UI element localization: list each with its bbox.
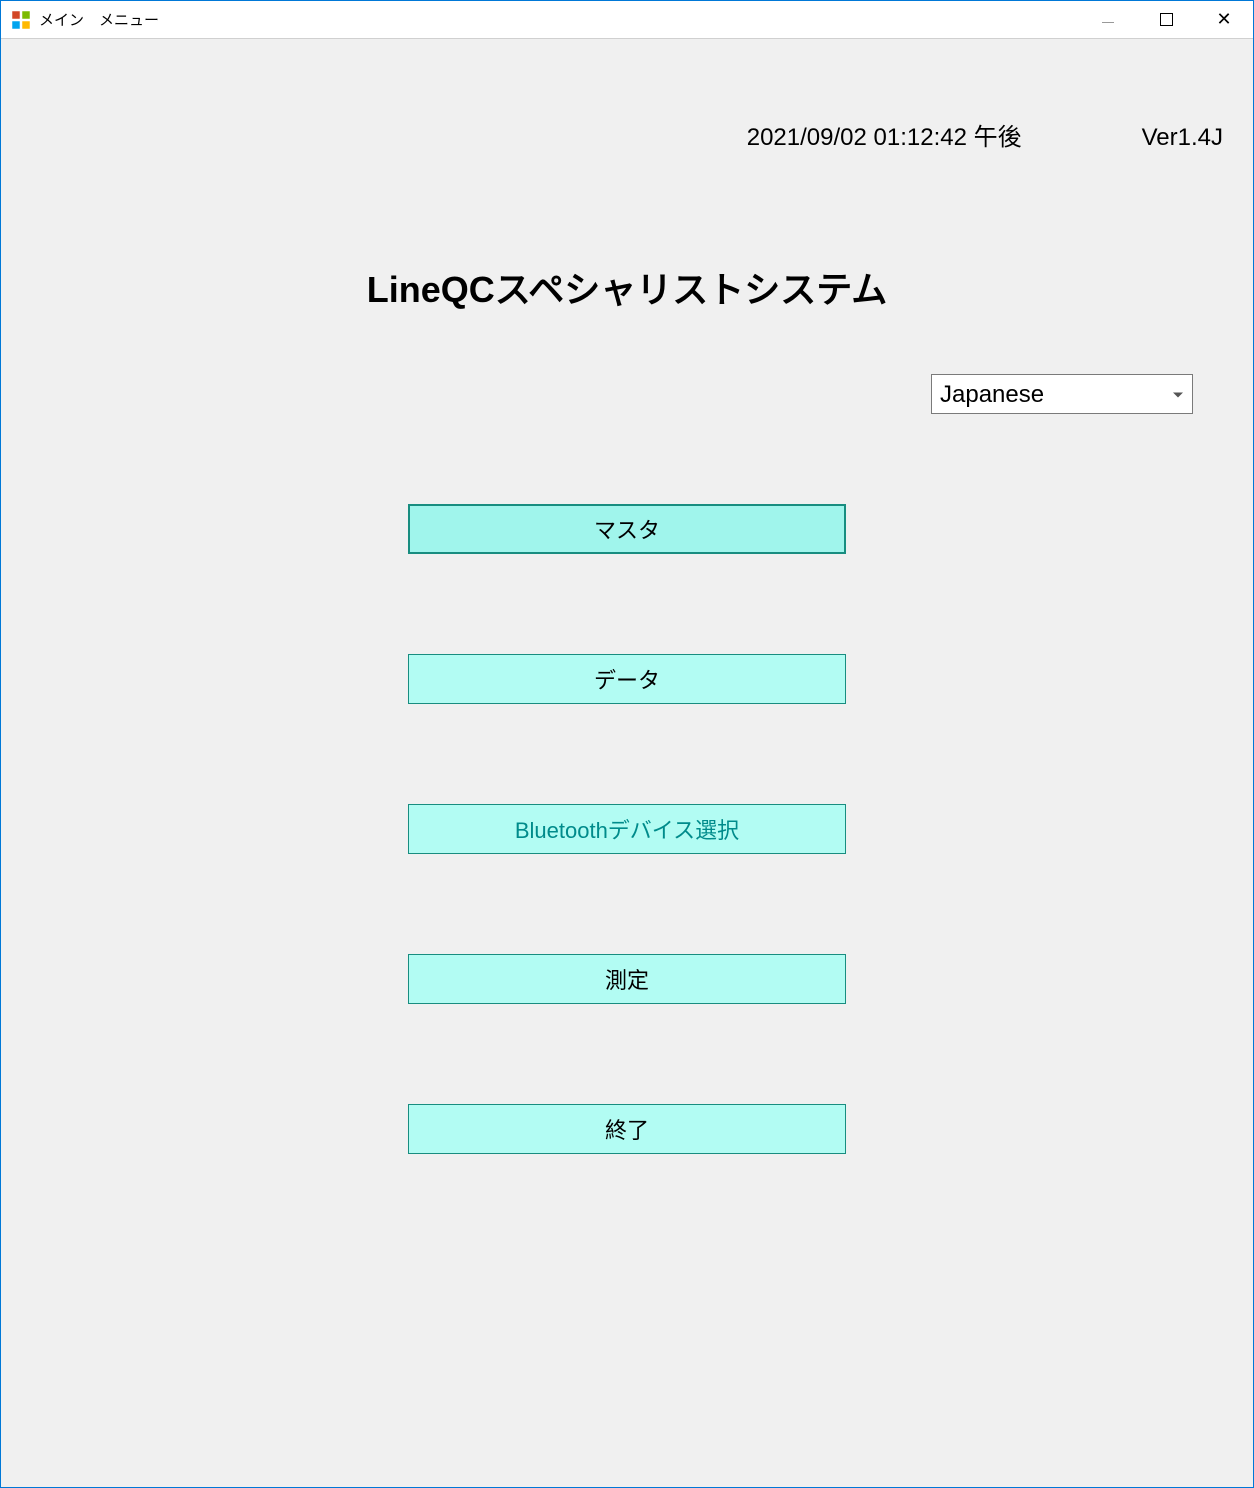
app-title: LineQCスペシャリストシステム — [1, 261, 1253, 313]
minimize-button[interactable] — [1079, 1, 1137, 38]
window-title: メイン メニュー — [39, 9, 159, 30]
exit-button[interactable]: 終了 — [408, 1104, 846, 1154]
measure-button[interactable]: 測定 — [408, 954, 846, 1004]
data-button[interactable]: データ — [408, 654, 846, 704]
app-icon — [11, 10, 31, 30]
titlebar: メイン メニュー ✕ — [1, 1, 1253, 39]
client-area: 2021/09/02 01:12:42 午後 Ver1.4J LineQCスペシ… — [1, 39, 1253, 1487]
maximize-button[interactable] — [1137, 1, 1195, 38]
close-button[interactable]: ✕ — [1195, 1, 1253, 38]
version-label: Ver1.4J — [1142, 124, 1223, 152]
master-button[interactable]: マスタ — [408, 504, 846, 554]
datetime-label: 2021/09/02 01:12:42 午後 — [747, 117, 1022, 152]
window-controls: ✕ — [1079, 1, 1253, 38]
language-select-wrap: Japanese — [931, 374, 1193, 414]
menu-buttons: マスタ データ Bluetoothデバイス選択 測定 終了 — [408, 504, 846, 1154]
main-window: メイン メニュー ✕ 2021/09/02 01:12:42 午後 Ver1.4… — [0, 0, 1254, 1488]
top-info: 2021/09/02 01:12:42 午後 Ver1.4J — [747, 117, 1223, 152]
bluetooth-button[interactable]: Bluetoothデバイス選択 — [408, 804, 846, 854]
language-select[interactable]: Japanese — [931, 374, 1193, 414]
